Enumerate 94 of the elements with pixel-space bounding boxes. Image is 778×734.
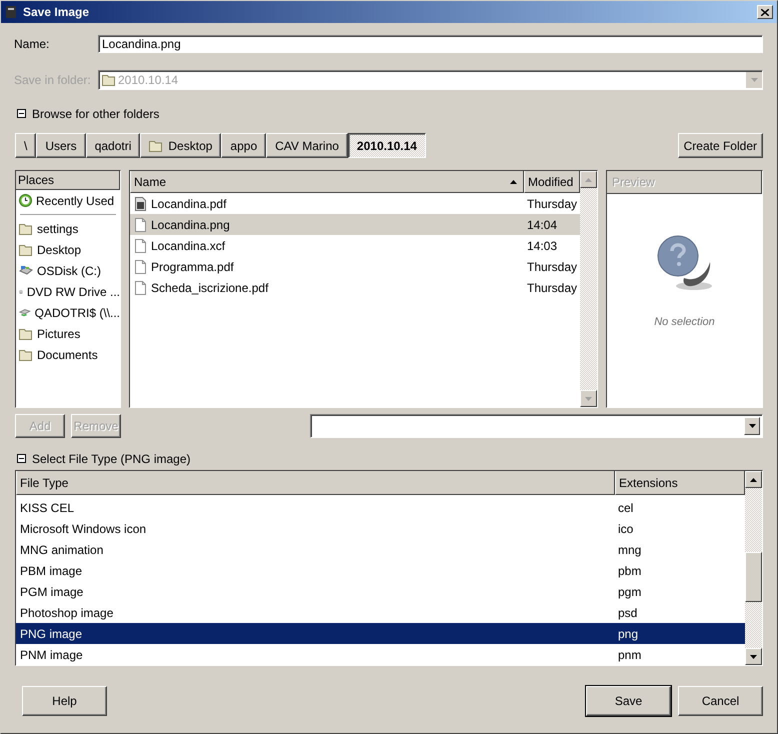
create-folder-button[interactable]: Create Folder xyxy=(678,133,763,158)
modified-cell-text: 14:03 xyxy=(526,238,558,252)
dialog-button[interactable]: Help xyxy=(22,686,107,716)
close-icon[interactable] xyxy=(761,8,769,16)
place-item[interactable]: OSDisk (C:) xyxy=(16,260,120,281)
scrollbar-thumb[interactable] xyxy=(745,552,762,602)
place-item[interactable]: DVD RW Drive ... xyxy=(16,281,120,302)
file-name: Programma.pdf xyxy=(151,260,234,274)
dialog-button[interactable]: Cancel xyxy=(678,686,763,716)
name-column-header[interactable]: Name xyxy=(130,171,524,193)
file-row[interactable]: Programma.pdf Thursday xyxy=(130,256,580,277)
path-button[interactable]: \ xyxy=(15,133,36,158)
document-icon xyxy=(135,280,146,294)
folder-icon xyxy=(102,74,116,86)
section-toggle-label[interactable]: Browse for other folders xyxy=(32,107,160,121)
image-file-icon xyxy=(135,196,146,210)
modified-cell-text: 14:04 xyxy=(526,218,558,232)
path-button[interactable]: Users xyxy=(36,133,86,158)
extension-cell-text: png xyxy=(617,626,640,640)
section-toggle-label[interactable]: Select File Type (PNG image) xyxy=(32,452,191,466)
file-type-cell-text: Photoshop image xyxy=(19,606,114,620)
modified-cell-text: Thursday xyxy=(526,280,578,294)
filter-dropdown[interactable] xyxy=(310,414,763,438)
extension-cell-text: mng xyxy=(617,542,642,556)
file-row[interactable]: Locandina.xcf 14:03 xyxy=(130,235,580,256)
file-type-cell-text: PGM image xyxy=(19,584,84,598)
file-type-cell-text: PNM image xyxy=(19,648,84,662)
scrollbar[interactable] xyxy=(745,471,762,665)
file-type-row[interactable]: Microsoft Windows icon ico xyxy=(16,518,745,539)
file-type-row[interactable]: MNG animation mng xyxy=(16,539,745,560)
collapse-icon[interactable] xyxy=(17,109,26,118)
name-field[interactable]: Locandina.png xyxy=(98,35,763,53)
file-row[interactable]: Locandina.pdf Thursday xyxy=(130,193,580,214)
extension-cell-text: pbm xyxy=(617,564,642,578)
folder-icon xyxy=(19,328,33,340)
extension-cell-text: psd xyxy=(617,606,638,620)
dialog-button[interactable]: Save xyxy=(586,686,671,716)
window-title: Save Image xyxy=(23,5,90,19)
place-item[interactable]: Desktop xyxy=(16,239,120,260)
place-item[interactable]: QADOTRI$ (\\... xyxy=(16,302,120,323)
folder-icon xyxy=(19,244,33,256)
network-drive-icon xyxy=(19,307,31,318)
document-icon xyxy=(135,260,146,274)
scroll-down-icon[interactable] xyxy=(750,654,757,658)
column-header[interactable]: Places xyxy=(16,171,120,190)
extension-cell-text: pgm xyxy=(617,584,642,598)
scroll-up-icon[interactable] xyxy=(750,478,757,482)
file-type-cell-text: KISS CEL xyxy=(19,500,76,514)
path-button[interactable]: 2010.10.14 xyxy=(348,133,426,158)
file-type-row[interactable]: PNM image pnm xyxy=(16,644,745,665)
file-row[interactable]: Scheda_iscrizione.pdf Thursday xyxy=(130,277,580,298)
drive-icon xyxy=(19,265,33,276)
file-type-cell-text: MNG animation xyxy=(19,542,104,556)
collapse-icon[interactable] xyxy=(17,454,26,463)
extension-cell-text: pnm xyxy=(617,648,642,662)
file-name: Locandina.pdf xyxy=(151,196,226,210)
place-item[interactable]: Pictures xyxy=(16,323,120,344)
name-label: Name: xyxy=(14,37,50,51)
place-item[interactable]: Documents xyxy=(16,344,120,365)
path-button[interactable]: CAV Marino xyxy=(266,133,348,158)
path-button[interactable]: qadotri xyxy=(86,133,140,158)
place-item[interactable]: Recently Used xyxy=(16,190,120,211)
modified-cell-text: Thursday xyxy=(526,260,578,274)
file-type-row[interactable]: PGM image pgm xyxy=(16,581,745,602)
file-type-cell-text: PNG image xyxy=(19,626,84,640)
file-name: Locandina.xcf xyxy=(151,238,226,252)
path-button[interactable]: appo xyxy=(221,133,266,158)
close-button[interactable] xyxy=(757,5,773,19)
file-type-cell-text: PBM image xyxy=(19,564,84,578)
file-type-row[interactable]: KISS CEL cel xyxy=(16,497,745,518)
file-type-row[interactable]: PNG image png xyxy=(16,623,745,644)
scroll-down-icon[interactable] xyxy=(748,424,756,428)
file-type-column-header[interactable]: File Type xyxy=(16,471,615,495)
place-item[interactable]: settings xyxy=(16,218,120,239)
no-selection-text: No selection xyxy=(654,316,715,328)
folder-icon xyxy=(19,222,33,234)
modified-cell-text: Thursday xyxy=(526,196,578,210)
file-row[interactable]: Locandina.png 14:04 xyxy=(130,214,580,235)
sort-arrow-icon xyxy=(510,180,517,184)
file-type-cell-text: Microsoft Windows icon xyxy=(19,522,148,536)
file-type-row[interactable]: PBM image pbm xyxy=(16,560,745,581)
app-icon xyxy=(5,5,17,19)
folder-icon xyxy=(19,348,33,360)
folder-icon xyxy=(149,140,164,152)
clock-icon xyxy=(19,194,32,207)
extension-cell-text: cel xyxy=(617,500,634,514)
path-button[interactable]: Desktop xyxy=(140,133,222,158)
file-name: Locandina.png xyxy=(151,218,230,232)
document-icon xyxy=(135,238,146,252)
file-name: Scheda_iscrizione.pdf xyxy=(151,280,268,294)
file-type-row[interactable]: Photoshop image psd xyxy=(16,602,745,623)
extension-cell-text: ico xyxy=(617,522,634,536)
no-preview-drawing xyxy=(656,234,714,292)
document-icon xyxy=(135,218,146,232)
